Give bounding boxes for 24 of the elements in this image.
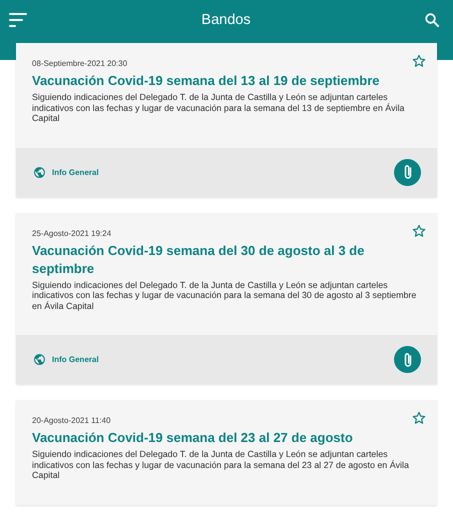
card-title[interactable]: Vacunación Covid-19 semana del 30 de agosto al 3 de septimbre bbox=[32, 242, 426, 278]
bando-card[interactable] bbox=[16, 212, 437, 384]
app-title: Bandos bbox=[200, 12, 252, 28]
bando-card[interactable] bbox=[16, 400, 437, 504]
date-text: 08-Septiembre-2021 20:30 bbox=[32, 59, 128, 68]
card-body: Siguiendo indicaciones del Delegado T. de la Junta de Castilla y León se adjuntan carteles indicativos con las fechas y lugar de vacunación para la semana del 23 al 27 de agosto en Ávila Capital bbox=[32, 449, 410, 480]
card-title[interactable]: Vacunación Covid-19 semana del 23 al 27 de agosto bbox=[32, 429, 426, 447]
star-icon[interactable] bbox=[412, 411, 426, 425]
search-icon[interactable] bbox=[425, 13, 439, 27]
category-label: Info General bbox=[52, 355, 100, 364]
bando-card[interactable] bbox=[16, 43, 437, 196]
star-icon[interactable] bbox=[412, 224, 426, 238]
card-body: Siguiendo indicaciones del Delegado T. de la Junta de Castilla y León se adjuntan carteles indicativos con las fechas y lugar de vacunación para la semana del 13 de septiembre en Ávila Capital bbox=[32, 92, 406, 124]
menu-icon[interactable] bbox=[9, 13, 27, 27]
star-icon[interactable] bbox=[412, 54, 426, 68]
card-body: Siguiendo indicaciones del Delegado T. de la Junta de Castilla y León se adjuntan carteles indicativos con las fechas y lugar de vacunación para la semana del 30 de agosto al 3 septiembre en Ávila Capital bbox=[32, 280, 418, 311]
card-title[interactable]: Vacunación Covid-19 semana del 13 al 19 de septiembre bbox=[32, 72, 426, 90]
attachment-button[interactable] bbox=[394, 158, 421, 186]
globe-icon bbox=[33, 353, 46, 366]
attachment-button[interactable] bbox=[394, 346, 421, 373]
date-text: 25-Agosto-2021 19:24 bbox=[32, 228, 112, 238]
date-text: 20-Agosto-2021 11:40 bbox=[32, 416, 111, 425]
globe-icon bbox=[33, 166, 46, 178]
category-label: Info General bbox=[52, 168, 100, 176]
